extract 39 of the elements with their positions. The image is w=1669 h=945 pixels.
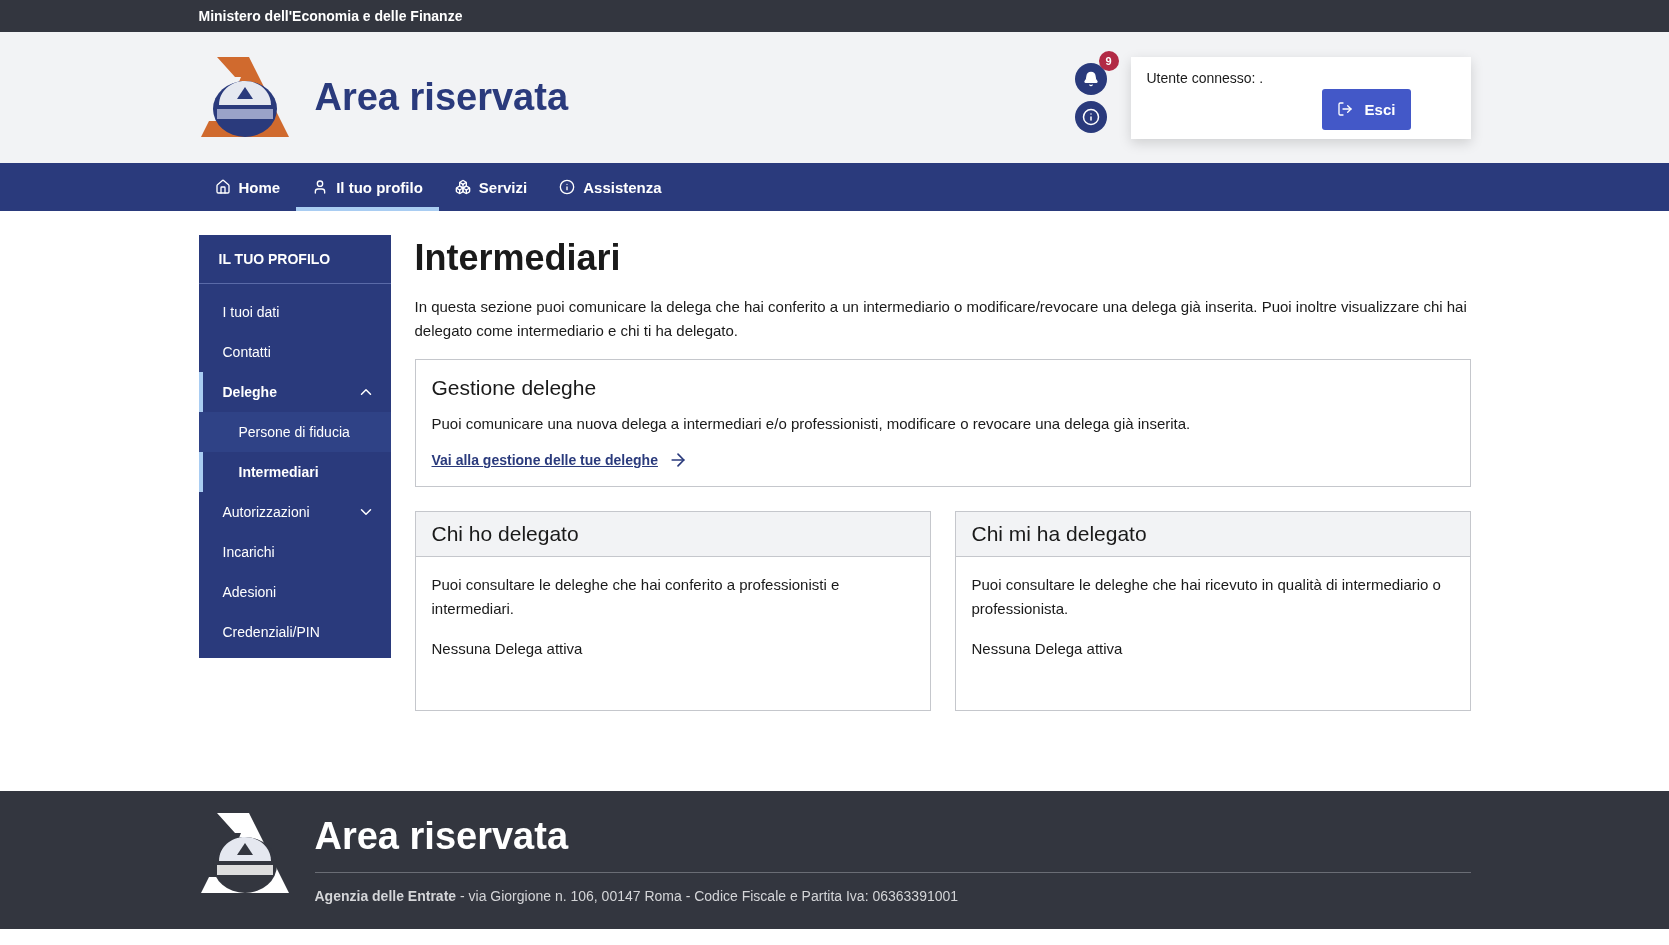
- page-title: Intermediari: [414, 237, 622, 279]
- info-button[interactable]: [1074, 100, 1107, 133]
- status-text: Nessuna Delega attiva: [431, 639, 584, 659]
- footer-title: Area riservata: [314, 815, 570, 858]
- card-title: Gestione deleghe: [431, 376, 598, 400]
- card-text: Puoi consultare le deleghe che hai conferito a professionisti e intermediari.: [431, 575, 841, 619]
- info-icon: [1081, 107, 1100, 126]
- bell-icon: [1082, 70, 1099, 87]
- site-title: Area riservata: [314, 76, 568, 119]
- sidebar-item[interactable]: Adesioni: [198, 572, 391, 612]
- intro-text: In questa sezione puoi comunicare la delega che hai conferito a un intermediario o modificare/revocare una delega già inserita. Puoi inoltre visualizzare chi hai delegato come intermediario e chi ti ha delegato.: [414, 297, 1468, 341]
- notification-count: 9: [1098, 50, 1119, 71]
- cubes-icon: [454, 179, 471, 195]
- nav-tab[interactable]: Home: [198, 163, 297, 211]
- footer-address: Agenzia delle Entrate - via Giorgione n. 106, 00147 Roma - Codice Fiscale e Partita Iva: 06363391001: [314, 888, 959, 904]
- sidebar-subitem[interactable]: Intermediari: [198, 452, 391, 492]
- ministry-title: Ministero dell'Economia e delle Finanze: [198, 8, 463, 24]
- nav-tab[interactable]: Servizi: [438, 163, 544, 211]
- home-icon: [214, 179, 231, 195]
- nav-tab[interactable]: Il tuo profilo: [296, 163, 439, 211]
- nav-tab[interactable]: Assistenza: [543, 163, 678, 211]
- sidebar-item[interactable]: I tuoi dati: [198, 292, 391, 332]
- info-icon: [559, 179, 576, 195]
- sidebar-item[interactable]: Credenziali/PIN: [198, 612, 391, 652]
- status-text: Nessuna Delega attiva: [971, 639, 1124, 659]
- card-title: Chi mi ha delegato: [971, 522, 1148, 546]
- sidebar-subitem[interactable]: Persone di fiducia: [198, 412, 391, 452]
- card-text: Puoi comunicare una nuova delega a intermediari e/o professionisti, modificare o revocare una delega già inserita.: [431, 414, 1192, 434]
- logout-button[interactable]: Esci: [1321, 88, 1411, 130]
- manage-delegations-link[interactable]: Vai alla gestione delle tue deleghe: [431, 450, 688, 470]
- logout-icon: [1336, 101, 1353, 117]
- user-label: Utente connesso: .: [1146, 69, 1264, 86]
- notifications-button[interactable]: [1074, 62, 1107, 95]
- sidebar-item[interactable]: Autorizzazioni: [198, 492, 391, 532]
- sidebar-item[interactable]: Contatti: [198, 332, 391, 372]
- card-text: Puoi consultare le deleghe che hai ricevuto in qualità di intermediario o professionista.: [971, 575, 1442, 619]
- sidebar-item[interactable]: Incarichi: [198, 532, 391, 572]
- card-title: Chi ho delegato: [431, 522, 580, 546]
- sidebar-title: IL TUO PROFILO: [198, 235, 391, 284]
